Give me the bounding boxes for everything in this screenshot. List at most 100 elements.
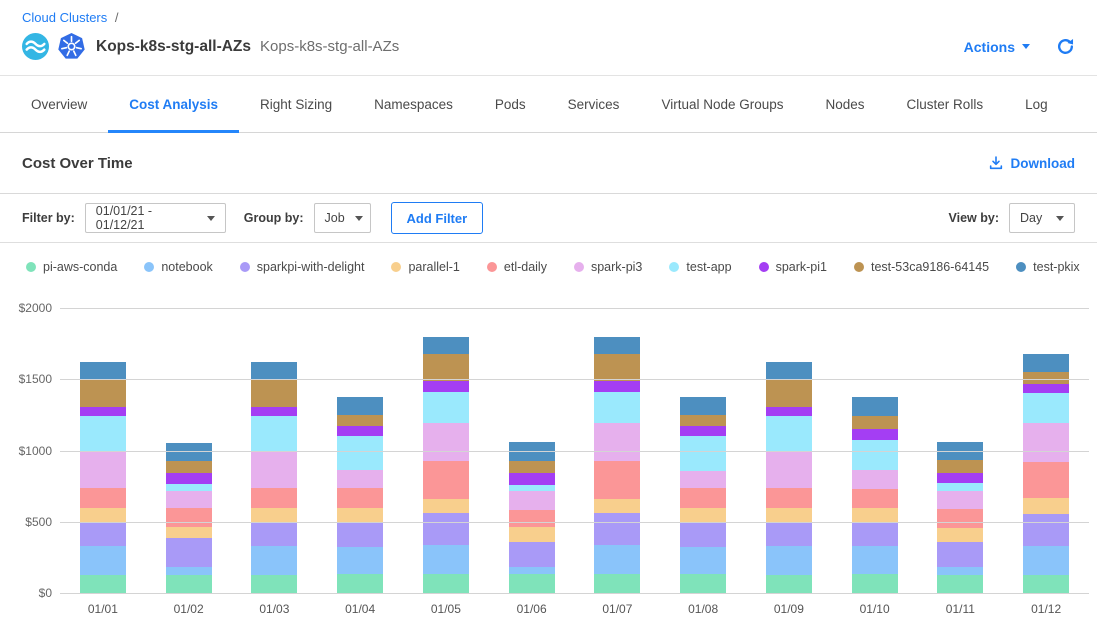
bar-segment-test-app[interactable] (594, 392, 640, 423)
bar-01-10[interactable] (852, 397, 898, 593)
bar-segment-test-app[interactable] (251, 416, 297, 450)
bar-segment-sparkpi-with-delight[interactable] (937, 542, 983, 567)
bar-segment-test-53ca9186-64145[interactable] (509, 461, 555, 474)
legend-item-test-app[interactable]: test-app (669, 260, 731, 274)
bar-segment-etl-daily[interactable] (680, 488, 726, 508)
tab-cluster-rolls[interactable]: Cluster Rolls (886, 76, 1005, 132)
bar-01-04[interactable] (337, 397, 383, 593)
bar-segment-test-53ca9186-64145[interactable] (937, 460, 983, 473)
bar-01-07[interactable] (594, 337, 640, 593)
bar-segment-parallel-1[interactable] (937, 528, 983, 542)
bar-segment-pi-aws-conda[interactable] (337, 574, 383, 593)
bar-segment-test-app[interactable] (80, 416, 126, 450)
bar-segment-test-pkix[interactable] (766, 362, 812, 380)
bar-segment-spark-pi1[interactable] (337, 426, 383, 436)
tab-log[interactable]: Log (1004, 76, 1069, 132)
bar-segment-spark-pi1[interactable] (251, 407, 297, 416)
tab-cost-analysis[interactable]: Cost Analysis (108, 76, 239, 132)
bar-segment-notebook[interactable] (80, 546, 126, 575)
legend-item-pi-aws-conda[interactable]: pi-aws-conda (26, 260, 117, 274)
group-by-dropdown[interactable]: Job (314, 203, 371, 233)
tab-pods[interactable]: Pods (474, 76, 547, 132)
bar-segment-test-app[interactable] (423, 392, 469, 423)
bar-segment-spark-pi3[interactable] (852, 470, 898, 489)
bar-segment-spark-pi3[interactable] (337, 470, 383, 489)
bar-segment-pi-aws-conda[interactable] (937, 575, 983, 593)
legend-item-spark-pi1[interactable]: spark-pi1 (759, 260, 827, 274)
bar-segment-sparkpi-with-delight[interactable] (80, 522, 126, 546)
bar-segment-spark-pi1[interactable] (509, 473, 555, 484)
bar-segment-sparkpi-with-delight[interactable] (166, 538, 212, 567)
breadcrumb-link-cloud-clusters[interactable]: Cloud Clusters (22, 10, 107, 25)
bar-segment-etl-daily[interactable] (766, 488, 812, 508)
bar-segment-etl-daily[interactable] (509, 510, 555, 528)
bar-segment-notebook[interactable] (937, 567, 983, 575)
bar-01-06[interactable] (509, 442, 555, 593)
bar-segment-etl-daily[interactable] (594, 461, 640, 499)
bar-01-11[interactable] (937, 442, 983, 593)
bar-01-12[interactable] (1023, 354, 1069, 593)
legend-item-etl-daily[interactable]: etl-daily (487, 260, 547, 274)
tab-namespaces[interactable]: Namespaces (353, 76, 474, 132)
bar-segment-test-53ca9186-64145[interactable] (80, 379, 126, 407)
add-filter-button[interactable]: Add Filter (391, 202, 484, 234)
bar-segment-test-53ca9186-64145[interactable] (852, 416, 898, 430)
bar-segment-sparkpi-with-delight[interactable] (766, 522, 812, 546)
bar-segment-pi-aws-conda[interactable] (509, 574, 555, 593)
bar-segment-spark-pi1[interactable] (1023, 384, 1069, 393)
bar-segment-pi-aws-conda[interactable] (852, 574, 898, 593)
bar-segment-sparkpi-with-delight[interactable] (852, 523, 898, 546)
bar-segment-spark-pi3[interactable] (509, 491, 555, 510)
legend-item-spark-pi3[interactable]: spark-pi3 (574, 260, 642, 274)
bar-segment-etl-daily[interactable] (251, 488, 297, 508)
bar-segment-spark-pi3[interactable] (1023, 423, 1069, 462)
view-by-dropdown[interactable]: Day (1009, 203, 1075, 233)
bar-segment-test-app[interactable] (937, 483, 983, 491)
bar-segment-test-pkix[interactable] (594, 337, 640, 354)
bar-segment-notebook[interactable] (251, 546, 297, 575)
bar-segment-spark-pi1[interactable] (680, 426, 726, 436)
bar-segment-sparkpi-with-delight[interactable] (251, 522, 297, 546)
date-range-dropdown[interactable]: 01/01/21 - 01/12/21 (85, 203, 226, 233)
bar-segment-test-pkix[interactable] (423, 337, 469, 354)
bar-segment-notebook[interactable] (852, 546, 898, 575)
bar-segment-pi-aws-conda[interactable] (423, 574, 469, 593)
refresh-icon[interactable] (1056, 37, 1075, 56)
bar-segment-test-pkix[interactable] (852, 397, 898, 416)
bar-segment-etl-daily[interactable] (937, 509, 983, 528)
bar-01-03[interactable] (251, 362, 297, 594)
legend-item-sparkpi-with-delight[interactable]: sparkpi-with-delight (240, 260, 365, 274)
tab-nodes[interactable]: Nodes (805, 76, 886, 132)
bar-segment-test-53ca9186-64145[interactable] (594, 354, 640, 382)
download-button[interactable]: Download (988, 155, 1076, 171)
bar-01-01[interactable] (80, 362, 126, 594)
bar-segment-etl-daily[interactable] (423, 461, 469, 499)
bar-01-09[interactable] (766, 362, 812, 594)
bar-segment-test-app[interactable] (680, 436, 726, 471)
bar-segment-notebook[interactable] (766, 546, 812, 575)
bar-segment-test-pkix[interactable] (251, 362, 297, 380)
bar-segment-notebook[interactable] (1023, 546, 1069, 575)
bar-segment-spark-pi3[interactable] (166, 491, 212, 508)
bar-segment-notebook[interactable] (509, 567, 555, 575)
bar-segment-sparkpi-with-delight[interactable] (509, 542, 555, 566)
bar-segment-parallel-1[interactable] (766, 508, 812, 522)
bar-segment-pi-aws-conda[interactable] (594, 574, 640, 593)
bar-segment-test-app[interactable] (852, 440, 898, 471)
bar-segment-test-app[interactable] (166, 484, 212, 491)
bar-segment-etl-daily[interactable] (852, 489, 898, 508)
bar-segment-spark-pi3[interactable] (251, 451, 297, 488)
bar-segment-etl-daily[interactable] (166, 508, 212, 527)
bar-segment-test-pkix[interactable] (680, 397, 726, 415)
bar-segment-pi-aws-conda[interactable] (251, 575, 297, 593)
tab-right-sizing[interactable]: Right Sizing (239, 76, 353, 132)
bar-segment-spark-pi3[interactable] (766, 451, 812, 488)
legend-item-test-53ca9186-64145[interactable]: test-53ca9186-64145 (854, 260, 989, 274)
bar-segment-test-app[interactable] (1023, 393, 1069, 423)
bar-segment-spark-pi3[interactable] (423, 423, 469, 460)
bar-segment-sparkpi-with-delight[interactable] (423, 513, 469, 546)
legend-item-test-pkix[interactable]: test-pkix (1016, 260, 1080, 274)
bar-segment-pi-aws-conda[interactable] (166, 575, 212, 593)
bar-segment-test-53ca9186-64145[interactable] (337, 415, 383, 426)
bar-segment-test-53ca9186-64145[interactable] (423, 354, 469, 382)
